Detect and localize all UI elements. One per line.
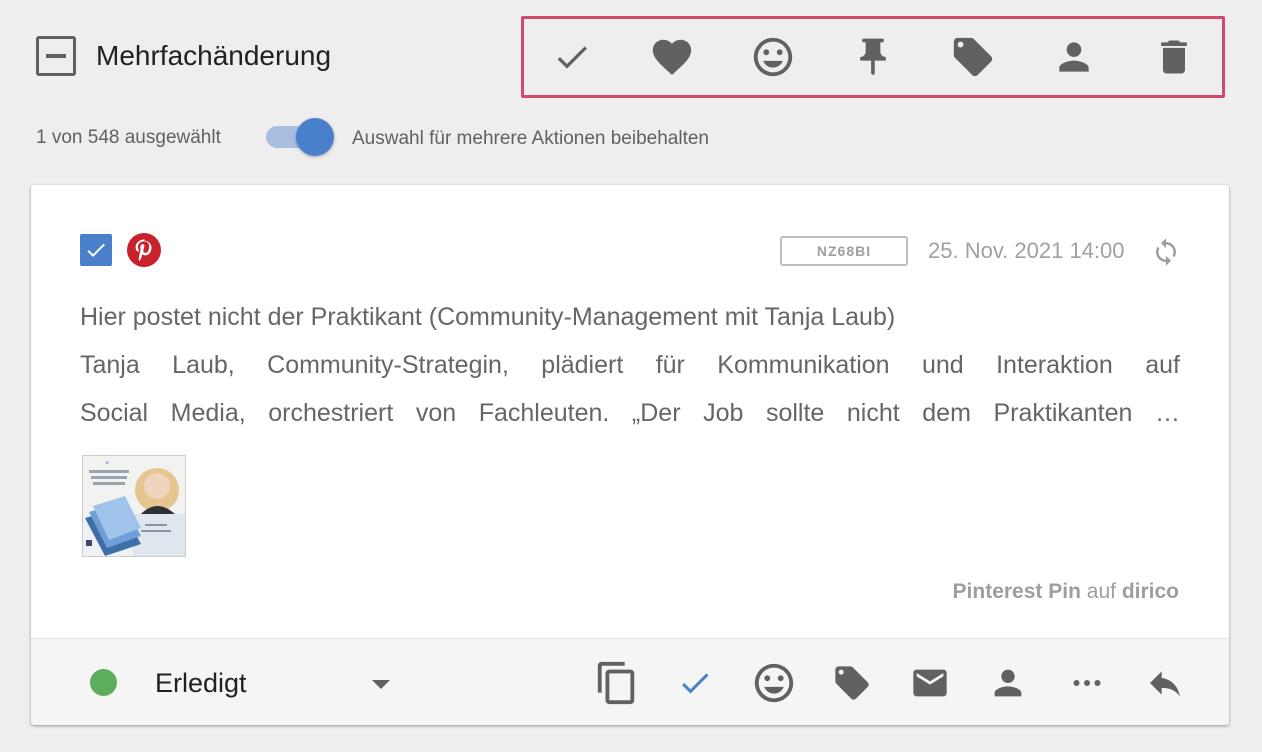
bulk-assign-button[interactable] [1048,31,1100,83]
post-source: Pinterest Pin auf dirico [953,579,1179,605]
copy-button[interactable] [591,657,643,709]
post-title-line: Hier postet nicht der Praktikant (Commun… [80,303,896,331]
status-label[interactable]: Erledigt [155,667,247,699]
bulk-tag-button[interactable] [947,31,999,83]
reply-icon [1149,671,1180,697]
tag-icon [954,37,993,77]
heart-icon [653,39,692,75]
bulk-sentiment-button[interactable] [747,31,799,83]
more-icon [1073,680,1101,686]
post-select-checkbox[interactable] [80,234,112,266]
tag-button[interactable] [826,657,878,709]
copy-icon [597,661,635,705]
keep-selection-toggle[interactable] [266,118,336,156]
post-card[interactable]: NZ68BI 25. Nov. 2021 14:00 Hier postet n… [31,185,1229,725]
more-button[interactable] [1061,657,1113,709]
assign-button[interactable] [982,657,1034,709]
pinterest-icon [127,233,161,267]
bulk-like-button[interactable] [646,31,698,83]
sentiment-button[interactable] [748,657,800,709]
bulk-delete-button[interactable] [1148,31,1200,83]
bulk-edit-header: Mehrfachänderung [0,0,1262,112]
post-source-type: Pinterest Pin [952,580,1081,603]
bulk-select-checkbox[interactable] [36,36,76,76]
svg-text:": " [105,461,109,471]
post-card-footer: Erledigt [31,638,1229,725]
pin-icon [860,38,886,76]
approve-button[interactable] [669,657,721,709]
mail-icon [913,669,947,697]
post-text: Hier postet nicht der Praktikant (Commun… [80,293,1180,437]
post-id-badge: NZ68BI [780,236,908,266]
reply-button[interactable] [1139,657,1191,709]
selection-count: 1 von 548 ausgewählt [36,127,221,148]
person-icon [995,669,1022,697]
page-title: Mehrfachänderung [96,40,332,71]
bulk-actions-toolbar [521,16,1225,98]
smiley-icon [753,37,792,77]
post-actions-toolbar [591,657,1191,709]
check-icon [87,243,105,257]
post-body-line-2: Social Media, orchestriert von Fachleute… [80,399,1180,427]
tag-icon [835,666,869,700]
bulk-approve-button[interactable] [546,31,598,83]
check-icon [682,673,709,694]
toggle-thumb [296,118,334,156]
dropdown-arrow-icon [372,680,390,689]
mail-button[interactable] [904,657,956,709]
post-image: " [83,456,185,556]
bulk-edit-page: Mehrfachänderung 1 von 548 ausgewählt Au… [0,0,1262,752]
trash-icon [1161,40,1187,74]
status-dropdown[interactable] [361,667,401,699]
keep-selection-label: Auswahl für mehrere Aktionen beibehalten [352,128,710,149]
check-icon [557,46,587,69]
smiley-icon [754,663,793,703]
post-source-account[interactable]: dirico [1122,580,1179,603]
post-body-line-1: Tanja Laub, Community-Strategin, plädier… [80,351,1180,379]
person-icon [1058,42,1089,72]
post-source-connector: auf [1086,580,1116,603]
status-indicator [90,669,117,696]
post-image-thumbnail[interactable]: " [82,455,186,557]
repeat-icon[interactable] [1151,237,1181,267]
bulk-pin-button[interactable] [847,31,899,83]
post-date: 25. Nov. 2021 14:00 [928,238,1125,263]
